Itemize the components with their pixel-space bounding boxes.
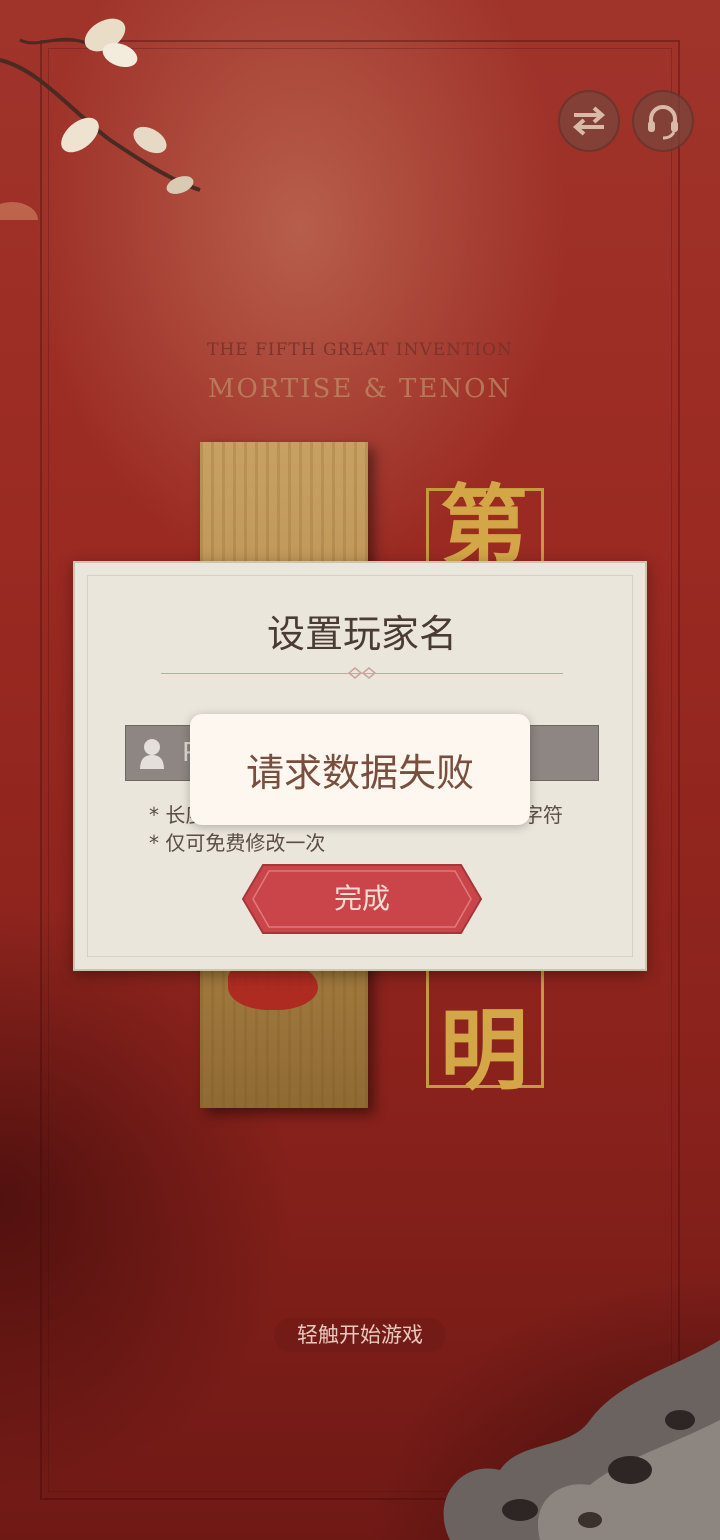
logo-subtitle: THE FIFTH GREAT INVENTION [207, 340, 513, 360]
done-button-label: 完成 [333, 882, 390, 915]
magnolia-branch-decoration [0, 18, 201, 220]
divider-knot-ornament [347, 667, 377, 679]
user-icon [132, 725, 172, 781]
scholar-rock-decoration [443, 1340, 720, 1540]
dialog-title: 设置玩家名 [266, 612, 457, 656]
logo-title: MORTISE & TENON [207, 374, 513, 404]
error-toast: 请求数据失败 [190, 714, 530, 825]
hint-free-change-once: * 仅可免费修改一次 [149, 831, 326, 855]
logo-char-bottom: 明 [440, 998, 529, 1102]
switch-account-button[interactable] [558, 90, 620, 152]
customer-service-button[interactable] [632, 90, 694, 152]
swap-arrows-icon [572, 106, 606, 136]
headset-icon [648, 105, 678, 140]
done-button[interactable]: 完成 [241, 863, 483, 935]
